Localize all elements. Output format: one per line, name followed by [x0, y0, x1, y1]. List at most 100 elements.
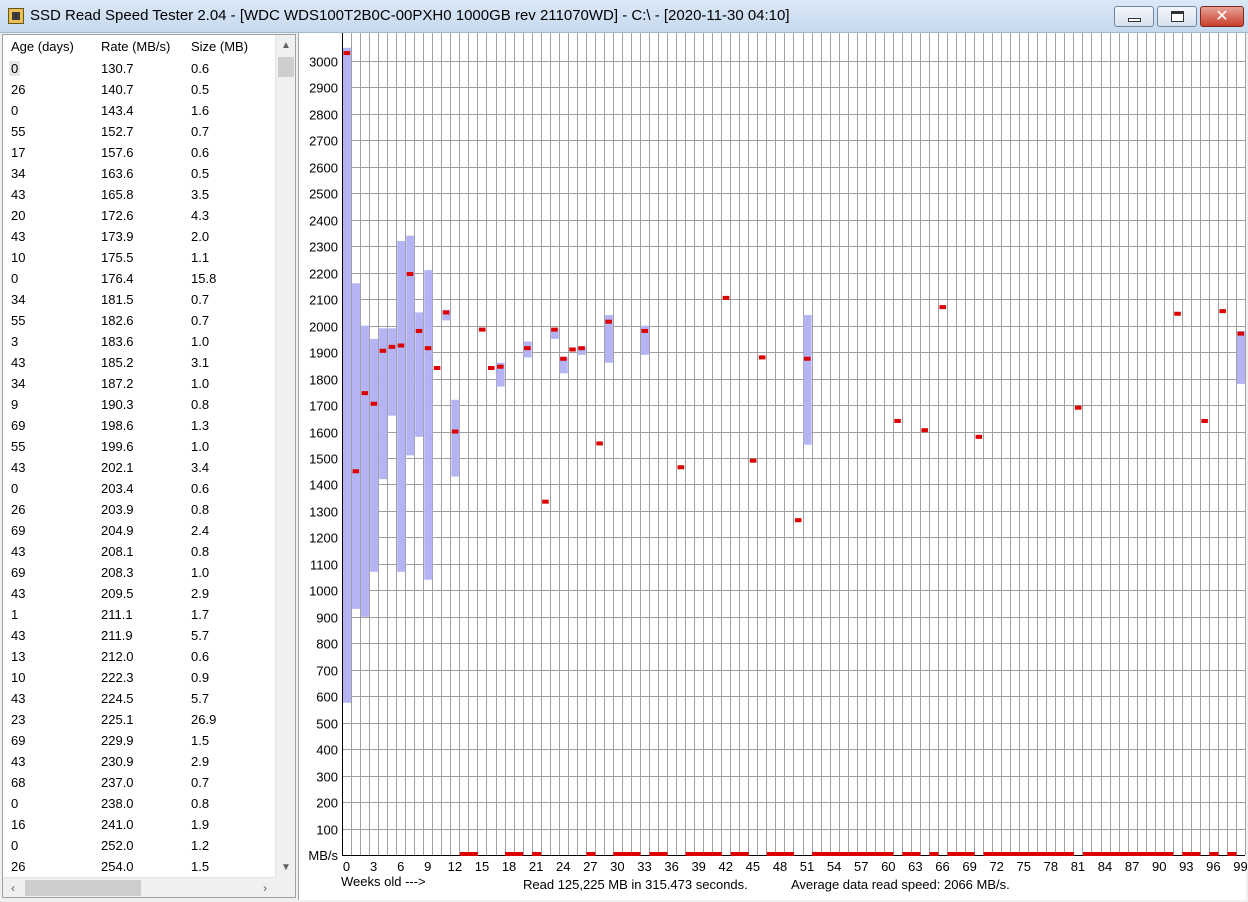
list-item[interactable]: 10 175.5 1.1	[3, 248, 275, 269]
x-tick-label: 36	[664, 859, 678, 874]
age-cell: 69	[11, 733, 26, 748]
list-item[interactable]: 43 209.5 2.9	[3, 584, 275, 605]
rate-cell: 173.9	[101, 229, 134, 244]
list-item[interactable]: 9 190.3 0.8	[3, 395, 275, 416]
size-cell: 26.9	[191, 712, 217, 727]
y-tick-label: 1500	[309, 452, 338, 467]
list-item[interactable]: 69 208.3 1.0	[3, 563, 275, 584]
list-item[interactable]: 34 187.2 1.0	[3, 374, 275, 395]
list-item[interactable]: 10 222.3 0.9	[3, 668, 275, 689]
column-header-rate[interactable]: Rate (MB/s)	[101, 39, 170, 54]
y-tick-label: 1400	[309, 478, 338, 493]
list-item[interactable]: 34 163.6 0.5	[3, 164, 275, 185]
rate-cell: 130.7	[101, 61, 134, 76]
age-cell: 1	[11, 607, 19, 622]
column-header-age[interactable]: Age (days)	[11, 39, 74, 54]
age-cell: 3	[11, 334, 19, 349]
list-item[interactable]: 69 198.6 1.3	[3, 416, 275, 437]
list-item[interactable]: 0 252.0 1.2	[3, 836, 275, 857]
empty-week-mark	[821, 852, 831, 856]
average-speed-mark	[939, 305, 947, 310]
size-cell: 3.1	[191, 355, 210, 370]
list-item[interactable]: 26 140.7 0.5	[3, 80, 275, 101]
average-speed-mark	[1237, 331, 1244, 336]
minimize-button[interactable]	[1114, 6, 1154, 27]
age-cell: 26	[11, 82, 26, 97]
list-item[interactable]: 0 176.4 15.8	[3, 269, 275, 290]
y-tick-label: 2200	[309, 267, 338, 282]
empty-week-mark	[1001, 852, 1011, 856]
rate-cell: 203.9	[101, 502, 134, 517]
size-cell: 0.8	[191, 796, 210, 811]
list-item[interactable]: 43 230.9 2.9	[3, 752, 275, 773]
scroll-up-icon[interactable]: ▲	[276, 35, 295, 55]
empty-week-mark	[1037, 852, 1047, 856]
horizontal-scroll-thumb[interactable]	[25, 880, 141, 896]
average-speed-mark	[442, 310, 450, 315]
empty-week-mark	[983, 852, 993, 856]
list-item[interactable]: 0 238.0 0.8	[3, 794, 275, 815]
column-header-size[interactable]: Size (MB)	[191, 39, 248, 54]
list-item[interactable]: 43 202.1 3.4	[3, 458, 275, 479]
average-speed-mark	[596, 441, 603, 446]
average-speed-mark	[1219, 309, 1226, 314]
close-button[interactable]: ✕	[1200, 6, 1244, 27]
age-cell: 0	[9, 61, 21, 76]
app-window: SSD Read Speed Tester 2.04 - [WDC WDS100…	[0, 0, 1248, 902]
list-item[interactable]: 55 199.6 1.0	[3, 437, 275, 458]
list-item[interactable]: 0 130.7 0.6	[3, 59, 275, 80]
rate-cell: 175.5	[101, 250, 134, 265]
list-item[interactable]: 43 173.9 2.0	[3, 227, 275, 248]
list-item[interactable]: 16 241.0 1.9	[3, 815, 275, 836]
list-item[interactable]: 55 182.6 0.7	[3, 311, 275, 332]
list-item[interactable]: 43 211.9 5.7	[3, 626, 275, 647]
list-item[interactable]: 68 237.0 0.7	[3, 773, 275, 794]
average-speed-mark	[424, 346, 432, 351]
rate-cell: 199.6	[101, 439, 134, 454]
list-item[interactable]: 55 152.7 0.7	[3, 122, 275, 143]
list-item[interactable]: 69 204.9 2.4	[3, 521, 275, 542]
list-item[interactable]: 43 208.1 0.8	[3, 542, 275, 563]
list-item[interactable]: 34 181.5 0.7	[3, 290, 275, 311]
rate-cell: 143.4	[101, 103, 134, 118]
list-item[interactable]: 43 224.5 5.7	[3, 689, 275, 710]
rate-cell: 172.6	[101, 208, 134, 223]
list-item[interactable]: 23 225.1 26.9	[3, 710, 275, 731]
age-cell: 43	[11, 355, 26, 370]
list-item[interactable]: 43 185.2 3.1	[3, 353, 275, 374]
list-item[interactable]: 0 203.4 0.6	[3, 479, 275, 500]
list-item[interactable]: 20 172.6 4.3	[3, 206, 275, 227]
y-tick-label: 500	[316, 717, 338, 732]
list-item[interactable]: 1 211.1 1.7	[3, 605, 275, 626]
size-cell: 1.0	[191, 439, 210, 454]
x-tick-label: 87	[1125, 859, 1139, 874]
list-item[interactable]: 13 212.0 0.6	[3, 647, 275, 668]
rate-cell: 211.1	[101, 607, 133, 622]
scroll-down-icon[interactable]: ▼	[276, 857, 295, 877]
x-axis-label: Weeks old --->	[341, 874, 426, 889]
average-speed-mark	[406, 272, 414, 277]
list-item[interactable]: 43 165.8 3.5	[3, 185, 275, 206]
scroll-left-icon[interactable]: ‹	[3, 878, 23, 897]
maximize-button[interactable]	[1157, 6, 1197, 27]
list-item[interactable]: 69 229.9 1.5	[3, 731, 275, 752]
list-item[interactable]: 26 254.0 1.5	[3, 857, 275, 877]
file-list[interactable]: Age (days) Rate (MB/s) Size (MB) 0 130.7 0…	[2, 34, 296, 898]
scrollbar-corner	[275, 877, 295, 897]
vertical-scroll-thumb[interactable]	[278, 57, 294, 77]
scroll-right-icon[interactable]: ›	[255, 878, 275, 897]
list-item[interactable]: 17 157.6 0.6	[3, 143, 275, 164]
list-item[interactable]: 3 183.6 1.0	[3, 332, 275, 353]
horizontal-scrollbar[interactable]: ‹ ›	[3, 877, 275, 897]
empty-week-mark	[739, 852, 749, 856]
rate-cell: 190.3	[101, 397, 134, 412]
vertical-scrollbar[interactable]: ▲ ▼	[275, 35, 295, 877]
empty-week-mark	[1191, 852, 1201, 856]
title-bar[interactable]: SSD Read Speed Tester 2.04 - [WDC WDS100…	[0, 0, 1248, 33]
list-item[interactable]: 26 203.9 0.8	[3, 500, 275, 521]
list-item[interactable]: 0 143.4 1.6	[3, 101, 275, 122]
average-speed-mark	[415, 328, 423, 333]
empty-week-mark	[586, 852, 596, 856]
speed-range-bar	[424, 270, 433, 580]
drive-icon	[8, 8, 24, 24]
